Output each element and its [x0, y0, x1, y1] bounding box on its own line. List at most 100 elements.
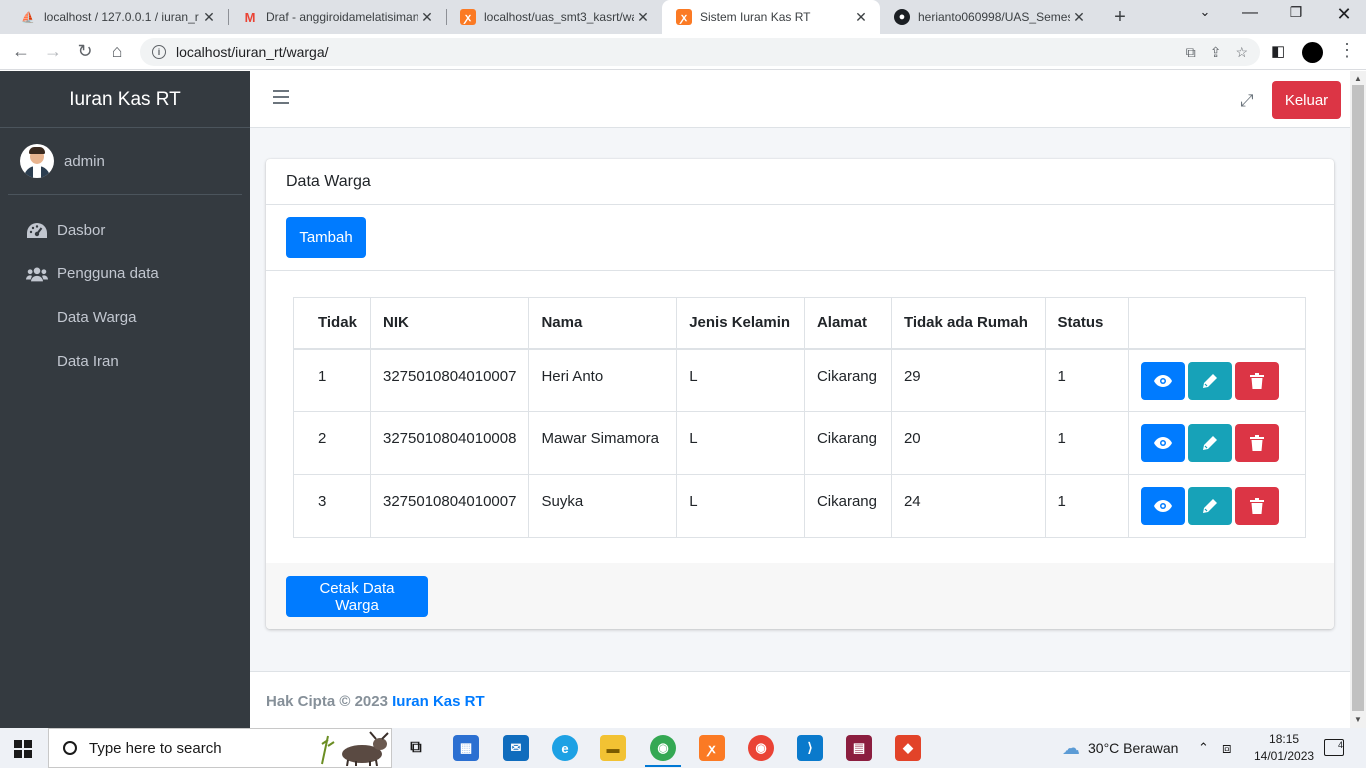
- edit-button[interactable]: [1188, 487, 1233, 525]
- url-bar[interactable]: i localhost/iuran_rt/warga/ ⧉ ⇪ ☆: [140, 38, 1260, 66]
- top-navbar: ⤢ Keluar: [250, 71, 1350, 128]
- git-icon[interactable]: ◆: [895, 735, 921, 761]
- close-tab-icon[interactable]: ✕: [200, 9, 218, 26]
- home-icon[interactable]: ⌂: [106, 41, 128, 62]
- logout-button[interactable]: Keluar: [1272, 81, 1341, 119]
- fullscreen-icon[interactable]: ⤢: [1240, 91, 1254, 111]
- site-info-icon[interactable]: i: [152, 45, 166, 59]
- tray-chevron-icon[interactable]: ⌃: [1198, 728, 1209, 768]
- task-view-icon[interactable]: ⧉: [403, 735, 429, 761]
- chrome-icon[interactable]: ◉: [650, 735, 676, 761]
- cell-jenis-kelamin: L: [676, 474, 805, 538]
- file-explorer-icon[interactable]: ▬: [600, 735, 626, 761]
- cell-actions: [1128, 411, 1306, 475]
- view-button[interactable]: [1141, 361, 1186, 400]
- taskbar-clock[interactable]: 18:15 14/01/2023: [1254, 731, 1314, 765]
- cell-nik: 3275010804010007: [369, 348, 530, 412]
- xampp-icon: ꭗ: [460, 9, 476, 25]
- reload-icon[interactable]: ↻: [74, 41, 96, 62]
- sidebar-item-data-iran[interactable]: Data Iran: [0, 339, 250, 383]
- add-warga-button[interactable]: Tambah: [286, 217, 366, 258]
- xampp-icon[interactable]: ꭗ: [699, 735, 725, 761]
- browser-tab-active[interactable]: ꭗ Sistem Iuran Kas RT ✕: [662, 0, 880, 34]
- notification-center-icon[interactable]: 4: [1324, 739, 1344, 756]
- maximize-icon[interactable]: ❐: [1276, 4, 1316, 21]
- trash-icon: [1250, 435, 1265, 451]
- user-panel: admin: [8, 128, 242, 195]
- column-header: Nama: [528, 297, 678, 350]
- cell-alamat: Cikarang: [803, 348, 892, 412]
- users-icon: [26, 266, 48, 282]
- cell-nama: Heri Anto: [528, 348, 678, 412]
- delete-button[interactable]: [1235, 424, 1280, 462]
- bookmark-star-icon[interactable]: ☆: [1235, 44, 1248, 61]
- back-arrow-icon[interactable]: ←: [10, 41, 32, 62]
- profile-avatar[interactable]: [1302, 42, 1323, 63]
- chrome-profile-icon[interactable]: ◉: [748, 735, 774, 761]
- weather-text: 30°C Berawan: [1088, 740, 1179, 756]
- cell-status: 1: [1044, 411, 1130, 475]
- browser-tab-bar: ⛵ localhost / 127.0.0.1 / iuran_r ✕ M Dr…: [0, 0, 1366, 34]
- column-header: Tidak: [293, 297, 371, 350]
- scrollbar-thumb[interactable]: [1352, 85, 1364, 711]
- browser-tab[interactable]: ⛵ localhost / 127.0.0.1 / iuran_r ✕: [6, 0, 228, 34]
- column-header: Status: [1044, 297, 1130, 350]
- url-text: localhost/iuran_rt/warga/: [176, 44, 329, 60]
- footer-app-link[interactable]: Iuran Kas RT: [392, 693, 485, 710]
- cell-no: 2: [293, 411, 371, 475]
- forward-arrow-icon[interactable]: →: [42, 41, 64, 62]
- clock-date: 14/01/2023: [1254, 749, 1315, 763]
- cell-jenis-kelamin: L: [676, 348, 805, 412]
- winrar-icon[interactable]: ▤: [846, 735, 872, 761]
- cell-no: 1: [293, 348, 371, 412]
- share-icon[interactable]: ⇪: [1210, 44, 1222, 61]
- close-tab-icon[interactable]: ✕: [634, 9, 652, 26]
- github-icon: ●: [894, 9, 910, 25]
- browser-tab[interactable]: M Draf - anggiroidamelatisiman ✕: [228, 0, 446, 34]
- scroll-down-arrow-icon[interactable]: ▼: [1354, 715, 1362, 724]
- browser-tab[interactable]: ● herianto060998/UAS_Semest ✕: [880, 0, 1098, 34]
- edge-icon[interactable]: e: [552, 735, 578, 761]
- menu-toggle-icon[interactable]: [273, 90, 289, 108]
- vscode-icon[interactable]: ⟩: [797, 735, 823, 761]
- close-tab-icon[interactable]: ✕: [418, 9, 436, 26]
- delete-button[interactable]: [1235, 361, 1280, 400]
- sidebar-item-data-warga[interactable]: Data Warga: [0, 295, 250, 339]
- edit-button[interactable]: [1188, 424, 1233, 462]
- translate-icon[interactable]: ⧉: [1186, 44, 1196, 61]
- close-tab-icon[interactable]: ✕: [1070, 9, 1088, 26]
- close-window-icon[interactable]: ✕: [1324, 4, 1364, 25]
- print-warga-button[interactable]: Cetak Data Warga: [286, 576, 428, 617]
- minimize-icon[interactable]: —: [1230, 4, 1270, 22]
- windows-start-icon[interactable]: [14, 740, 32, 758]
- sidebar-item-pengguna-data[interactable]: Pengguna data: [0, 252, 250, 295]
- browser-menu-icon[interactable]: ⋮: [1338, 40, 1356, 61]
- view-button[interactable]: [1141, 487, 1186, 525]
- new-tab-icon[interactable]: +: [1110, 6, 1130, 29]
- microsoft-store-icon[interactable]: ▦: [453, 735, 479, 761]
- browser-tab[interactable]: ꭗ localhost/uas_smt3_kasrt/war ✕: [446, 0, 662, 34]
- cell-rumah: 29: [890, 348, 1046, 412]
- side-panel-icon[interactable]: ◧: [1271, 42, 1285, 60]
- delete-button[interactable]: [1235, 487, 1280, 525]
- card-toolbar: Tambah: [266, 205, 1334, 271]
- edit-button[interactable]: [1188, 361, 1233, 400]
- page-scrollbar[interactable]: ▲ ▼: [1350, 71, 1366, 728]
- column-header: NIK: [369, 297, 530, 350]
- address-bar-row: ← → ↻ ⌂ i localhost/iuran_rt/warga/ ⧉ ⇪ …: [0, 34, 1366, 70]
- tab-search-chevron-icon[interactable]: ⌄: [1185, 4, 1225, 20]
- search-highlight-goat-image: [321, 731, 389, 766]
- app-root: Iuran Kas RT admin Dasbor Pengguna data: [0, 71, 1350, 728]
- scroll-up-arrow-icon[interactable]: ▲: [1354, 74, 1362, 83]
- user-name[interactable]: admin: [64, 153, 105, 170]
- weather-widget[interactable]: ☁ 30°C Berawan: [1062, 728, 1178, 768]
- table-row: 2 3275010804010008 Mawar Simamora L Cika…: [293, 411, 1306, 475]
- view-button[interactable]: [1141, 424, 1186, 462]
- tray-network-icon[interactable]: ⧈: [1222, 728, 1232, 768]
- cell-rumah: 24: [890, 474, 1046, 538]
- close-tab-icon[interactable]: ✕: [852, 9, 870, 26]
- mail-icon[interactable]: ✉: [503, 735, 529, 761]
- sidebar-item-dasbor[interactable]: Dasbor: [0, 209, 250, 252]
- brand-link[interactable]: Iuran Kas RT: [0, 71, 250, 128]
- search-icon: [63, 741, 77, 755]
